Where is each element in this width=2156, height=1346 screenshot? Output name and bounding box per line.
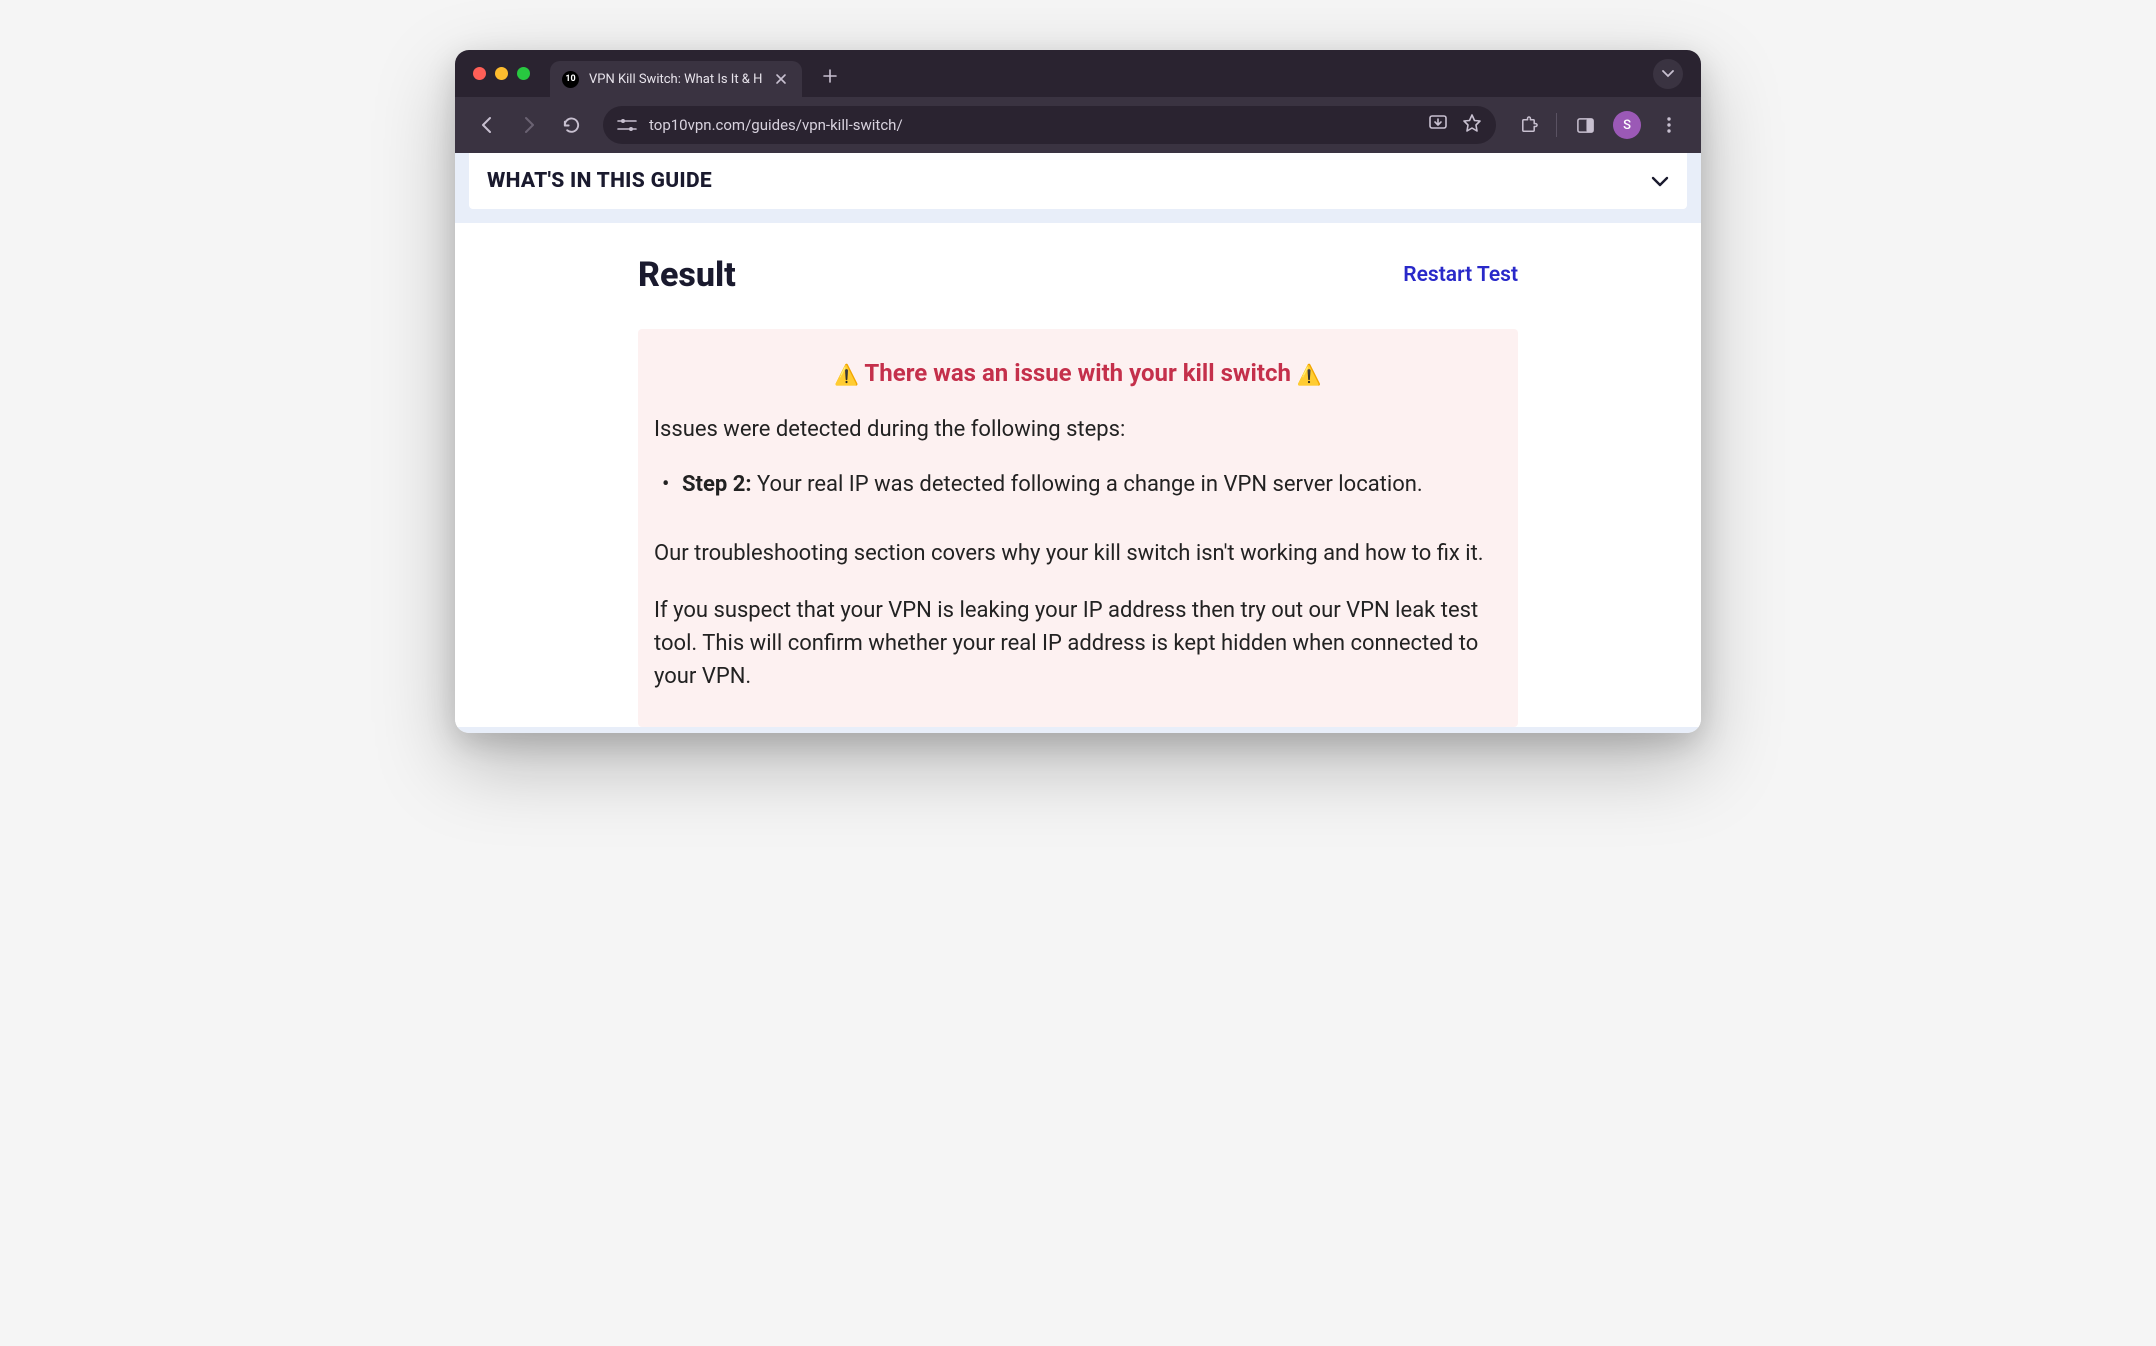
tab-title: VPN Kill Switch: What Is It & H [589, 72, 762, 87]
back-button[interactable] [469, 107, 505, 143]
browser-tab[interactable]: 10 VPN Kill Switch: What Is It & H [550, 61, 802, 97]
address-bar[interactable]: top10vpn.com/guides/vpn-kill-switch/ [603, 106, 1496, 144]
warning-icon: ⚠️ [1297, 363, 1322, 387]
guide-toc-label: WHAT'S IN THIS GUIDE [487, 169, 712, 193]
extensions-button[interactable] [1510, 107, 1546, 143]
star-icon [1462, 113, 1482, 133]
puzzle-icon [1519, 116, 1538, 135]
guide-toc-toggle[interactable]: WHAT'S IN THIS GUIDE [469, 153, 1687, 209]
tune-icon [617, 117, 637, 133]
titlebar: 10 VPN Kill Switch: What Is It & H [455, 50, 1701, 97]
alert-text: There was an issue with your kill switch [864, 359, 1291, 387]
forward-button[interactable] [511, 107, 547, 143]
result-alert-box: ⚠️ There was an issue with your kill swi… [638, 329, 1518, 727]
toolbar: top10vpn.com/guides/vpn-kill-switch/ S [455, 97, 1701, 153]
troubleshooting-paragraph: Our troubleshooting section covers why y… [654, 537, 1502, 570]
issues-intro: Issues were detected during the followin… [654, 417, 1502, 442]
close-window-button[interactable] [473, 67, 486, 80]
browser-window: 10 VPN Kill Switch: What Is It & H [455, 50, 1701, 733]
tab-favicon: 10 [562, 71, 579, 88]
result-heading: Result [638, 255, 736, 295]
kebab-icon [1660, 116, 1678, 134]
issue-list: Step 2: Your real IP was detected follow… [654, 470, 1502, 501]
leak-test-paragraph: If you suspect that your VPN is leaking … [654, 594, 1502, 693]
maximize-window-button[interactable] [517, 67, 530, 80]
new-tab-button[interactable] [816, 62, 844, 90]
result-header: Result Restart Test [638, 255, 1518, 295]
chevron-down-icon [1662, 70, 1674, 78]
close-tab-button[interactable] [772, 70, 790, 88]
close-icon [775, 73, 787, 85]
install-icon [1428, 113, 1448, 133]
main-area: Result Restart Test ⚠️ There was an issu… [455, 223, 1701, 727]
reload-icon [562, 116, 581, 135]
restart-test-link[interactable]: Restart Test [1403, 263, 1518, 287]
profile-avatar: S [1613, 111, 1641, 139]
site-settings-button[interactable] [617, 117, 637, 133]
arrow-left-icon [477, 115, 497, 135]
arrow-right-icon [519, 115, 539, 135]
panel-icon [1576, 116, 1595, 135]
plus-icon [823, 69, 837, 83]
menu-button[interactable] [1651, 107, 1687, 143]
issue-step-label: Step 2: [682, 472, 752, 497]
toolbar-divider [1556, 113, 1557, 137]
issue-item: Step 2: Your real IP was detected follow… [658, 470, 1502, 501]
url-text: top10vpn.com/guides/vpn-kill-switch/ [649, 116, 1416, 134]
profile-button[interactable]: S [1609, 107, 1645, 143]
warning-icon: ⚠️ [834, 363, 859, 387]
reload-button[interactable] [553, 107, 589, 143]
issue-text: Your real IP was detected following a ch… [752, 472, 1423, 497]
bookmark-button[interactable] [1462, 113, 1482, 137]
install-app-button[interactable] [1428, 113, 1448, 137]
chevron-down-icon [1651, 176, 1669, 187]
tabs-dropdown-button[interactable] [1653, 59, 1683, 89]
minimize-window-button[interactable] [495, 67, 508, 80]
window-controls [473, 67, 530, 80]
alert-message: ⚠️ There was an issue with your kill swi… [654, 359, 1502, 387]
side-panel-button[interactable] [1567, 107, 1603, 143]
page-content: WHAT'S IN THIS GUIDE Result Restart Test… [455, 153, 1701, 733]
